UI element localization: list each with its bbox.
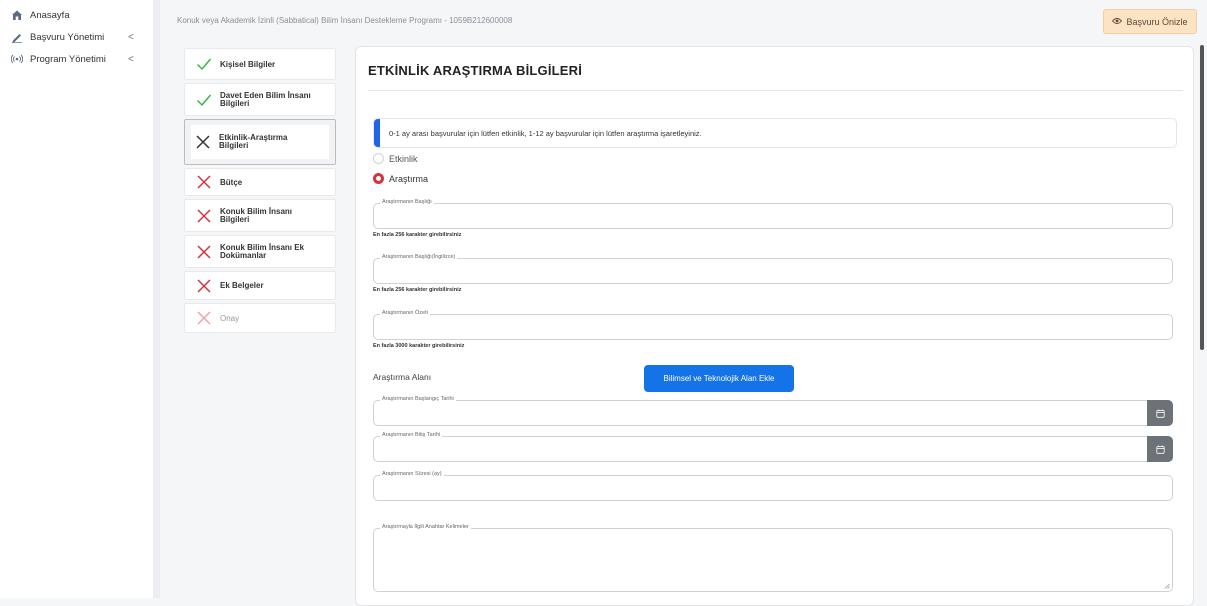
field-label: Araştırmanın Süresi (ay) bbox=[380, 471, 444, 477]
preview-button-label: Başvuru Önizle bbox=[1126, 16, 1188, 27]
sidebar-item-label: Başvuru Yönetimi bbox=[30, 31, 105, 43]
field-label: Araştırmanın Bitiş Tarihi bbox=[380, 432, 442, 438]
divider bbox=[368, 90, 1183, 91]
step-active-inner: Etkinlik-Araştırma Bilgileri bbox=[191, 125, 329, 159]
main-content: Konuk veya Akademik İzinli (Sabbatical) … bbox=[168, 0, 1207, 606]
info-alert: 0-1 ay arası başvurular için lütfen etki… bbox=[373, 118, 1177, 148]
close-icon bbox=[196, 135, 210, 149]
step-inviting-scientist[interactable]: Davet Eden Bilim İnsanı Bilgileri bbox=[184, 83, 336, 116]
broadcast-icon bbox=[10, 53, 24, 65]
field-label: Araştırmanın Başlığı(İngilizce) bbox=[380, 254, 458, 260]
field-hint: En fazla 256 karakter girebilirsiniz bbox=[373, 287, 462, 293]
step-label: Konuk Bilim İnsanı Bilgileri bbox=[220, 206, 293, 224]
top-bar: Konuk veya Akademik İzinli (Sabbatical) … bbox=[168, 0, 1207, 40]
step-activity-research[interactable]: Etkinlik-Araştırma Bilgileri bbox=[184, 119, 336, 165]
field-label: Araştırmanın Başlığı bbox=[380, 199, 434, 205]
field-hint: En fazla 256 karakter girebilirsiniz bbox=[373, 232, 462, 238]
check-icon bbox=[197, 94, 212, 106]
pen-icon bbox=[10, 31, 24, 43]
step-label: Konuk Bilim İnsanı Ek Dokümanlar bbox=[220, 242, 305, 260]
page-title: ETKİNLİK ARAŞTIRMA BİLGİLERİ bbox=[368, 63, 583, 78]
research-title-field[interactable]: Araştırmanın Başlığı bbox=[373, 199, 1173, 229]
breadcrumb: Konuk veya Akademik İzinli (Sabbatical) … bbox=[177, 16, 513, 25]
start-date-field[interactable]: Araştırmanın Başlangıç Tarihi bbox=[373, 396, 1173, 426]
form-panel: ETKİNLİK ARAŞTIRMA BİLGİLERİ 0-1 ay aras… bbox=[355, 46, 1194, 606]
radio-circle-selected bbox=[373, 173, 384, 184]
step-budget[interactable]: Bütçe bbox=[184, 168, 336, 196]
resize-handle-icon[interactable] bbox=[1164, 583, 1170, 589]
add-scientific-area-button[interactable]: Bilimsel ve Teknolojik Alan Ekle bbox=[644, 365, 794, 392]
step-label: Davet Eden Bilim İnsanı Bilgileri bbox=[220, 90, 311, 108]
calendar-icon[interactable] bbox=[1147, 436, 1173, 462]
research-area-label: Araştırma Alanı bbox=[373, 372, 432, 382]
sidebar-scrollbar[interactable] bbox=[153, 0, 160, 598]
research-title-english-field[interactable]: Araştırmanın Başlığı(İngilizce) bbox=[373, 254, 1173, 284]
end-date-field[interactable]: Araştırmanın Bitiş Tarihi bbox=[373, 432, 1173, 462]
sidebar-item-home[interactable]: Anasayfa bbox=[0, 4, 159, 26]
radio-circle bbox=[373, 153, 384, 164]
info-text: 0-1 ay arası başvurular için lütfen etki… bbox=[389, 129, 702, 138]
wizard-steps: Kişisel Bilgiler Davet Eden Bilim İnsanı… bbox=[184, 48, 336, 336]
calendar-icon[interactable] bbox=[1147, 400, 1173, 426]
research-summary-field[interactable]: Araştırmanın Özeti bbox=[373, 310, 1173, 340]
chevron-left-icon: < bbox=[128, 53, 134, 65]
step-label: Bütçe bbox=[220, 177, 243, 187]
radio-label: Etkinlik bbox=[389, 153, 418, 164]
field-label: Araştırmanın Özeti bbox=[380, 310, 430, 316]
field-hint: En fazla 3000 karakter girebilirsiniz bbox=[373, 343, 465, 349]
close-icon bbox=[197, 278, 211, 293]
step-label: Kişisel Bilgiler bbox=[220, 59, 276, 69]
sidebar-item-program-management[interactable]: Program Yönetimi < bbox=[0, 48, 159, 70]
step-additional-docs[interactable]: Ek Belgeler bbox=[184, 271, 336, 300]
step-label: Ek Belgeler bbox=[220, 281, 264, 290]
check-icon bbox=[197, 58, 212, 71]
close-icon bbox=[197, 175, 211, 189]
sidebar-item-label: Anasayfa bbox=[30, 9, 70, 21]
radio-activity[interactable]: Etkinlik bbox=[373, 153, 418, 164]
close-icon bbox=[197, 244, 211, 259]
close-icon bbox=[197, 311, 211, 325]
chevron-left-icon: < bbox=[128, 31, 134, 43]
preview-application-button[interactable]: Başvuru Önizle bbox=[1103, 9, 1197, 34]
sidebar-item-label: Program Yönetimi bbox=[30, 53, 106, 65]
panel-scrollbar[interactable] bbox=[1200, 45, 1204, 350]
duration-field[interactable]: Araştırmanın Süresi (ay) bbox=[373, 471, 1173, 501]
field-label: Araştırmanın Başlangıç Tarihi bbox=[380, 396, 456, 402]
close-icon bbox=[197, 208, 211, 223]
step-approval[interactable]: Onay bbox=[184, 303, 336, 333]
step-label: Etkinlik-Araştırma Bilgileri bbox=[219, 133, 288, 150]
radio-label: Araştırma bbox=[389, 173, 429, 184]
radio-research[interactable]: Araştırma bbox=[373, 173, 428, 184]
step-label: Onay bbox=[220, 313, 240, 323]
field-label: Araştırmayla İlgili Anahtar Kelimeler bbox=[380, 524, 471, 530]
step-guest-scientist-docs[interactable]: Konuk Bilim İnsanı Ek Dokümanlar bbox=[184, 235, 336, 268]
step-guest-scientist-info[interactable]: Konuk Bilim İnsanı Bilgileri bbox=[184, 199, 336, 232]
keywords-textarea[interactable]: Araştırmayla İlgili Anahtar Kelimeler bbox=[373, 524, 1173, 592]
eye-icon bbox=[1112, 17, 1123, 27]
step-personal-info[interactable]: Kişisel Bilgiler bbox=[184, 48, 336, 80]
sidebar: Anasayfa Başvuru Yönetimi < Program Yöne… bbox=[0, 0, 160, 598]
sidebar-item-application-management[interactable]: Başvuru Yönetimi < bbox=[0, 26, 159, 48]
home-icon bbox=[10, 9, 24, 21]
